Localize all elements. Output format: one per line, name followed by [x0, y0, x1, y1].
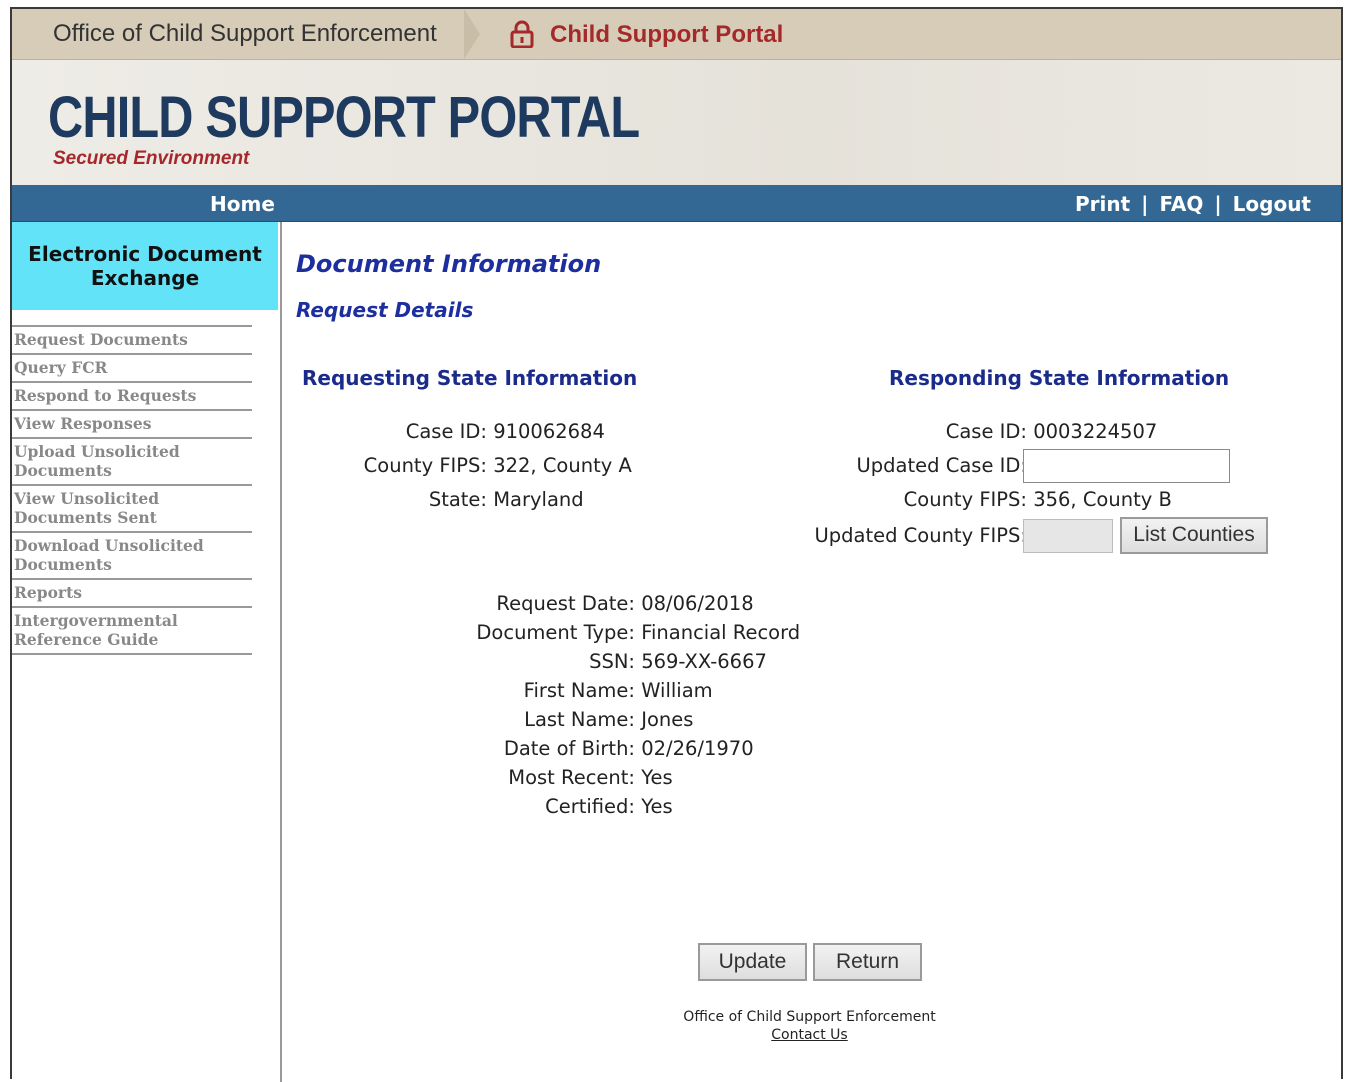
requesting-county-label: County FIPS: [363, 454, 487, 477]
updated-county-fips-input [1023, 519, 1113, 553]
sidebar-menu: Request Documents Query FCR Respond to R… [12, 325, 252, 655]
sidebar-item-reports[interactable]: Reports [12, 580, 252, 608]
requesting-case-id-value: 910062684 [493, 420, 605, 443]
detail-value: William [641, 679, 713, 702]
breadcrumb-chevron [464, 9, 480, 59]
detail-row-most-recent: Most Recent: Yes [282, 766, 673, 789]
responding-county-label: County FIPS: [903, 488, 1027, 511]
secured-environment-label: Secured Environment [53, 148, 250, 169]
detail-value: 08/06/2018 [641, 592, 754, 615]
header-banner: CHILD SUPPORT PORTAL Secured Environment [12, 60, 1341, 185]
detail-value: Financial Record [641, 621, 801, 644]
detail-value: 02/26/1970 [641, 737, 754, 760]
contact-us-link[interactable]: Contact Us [771, 1027, 847, 1043]
requesting-case-id-row: Case ID: 910062684 [282, 420, 605, 443]
nav-logout-link[interactable]: Logout [1233, 192, 1311, 216]
detail-label: Most Recent: [508, 766, 635, 789]
detail-value: Yes [641, 795, 673, 818]
sidebar-item-respond-to-requests[interactable]: Respond to Requests [12, 383, 252, 411]
sidebar-item-query-fcr[interactable]: Query FCR [12, 355, 252, 383]
nav-separator: | [1214, 192, 1222, 216]
lock-icon [510, 20, 534, 48]
responding-case-id-value: 0003224507 [1033, 420, 1158, 443]
nav-separator: | [1141, 192, 1149, 216]
updated-case-id-row: Updated Case ID: [762, 454, 1027, 477]
nav-bar: Home Print | FAQ | Logout [12, 185, 1341, 222]
updated-case-id-input[interactable] [1023, 449, 1230, 483]
requesting-state-row: State: Maryland [282, 488, 584, 511]
detail-value: 569-XX-6667 [641, 650, 767, 673]
footer-contact: Contact Us [282, 1027, 1337, 1043]
nav-print-link[interactable]: Print [1075, 192, 1130, 216]
org-name: Office of Child Support Enforcement [53, 20, 437, 47]
requesting-county-row: County FIPS: 322, County A [282, 454, 632, 477]
detail-label: First Name: [523, 679, 635, 702]
return-button[interactable]: Return [813, 943, 922, 981]
nav-home-link[interactable]: Home [210, 192, 275, 216]
detail-label: Document Type: [476, 621, 635, 644]
sidebar-item-view-responses[interactable]: View Responses [12, 411, 252, 439]
detail-row-certified: Certified: Yes [282, 795, 673, 818]
sidebar-heading: Electronic Document Exchange [12, 222, 278, 310]
detail-row-last-name: Last Name: Jones [282, 708, 693, 731]
requesting-case-id-label: Case ID: [405, 420, 487, 443]
sidebar-heading-line1: Electronic Document [28, 242, 262, 266]
detail-row-first-name: First Name: William [282, 679, 713, 702]
detail-label: SSN: [589, 650, 635, 673]
list-counties-button[interactable]: List Counties [1120, 517, 1268, 554]
requesting-state-label: State: [428, 488, 487, 511]
responding-state-heading: Responding State Information [889, 366, 1230, 390]
detail-row-request-date: Request Date: 08/06/2018 [282, 592, 754, 615]
updated-county-fips-label: Updated County FIPS: [814, 524, 1027, 547]
portal-window: Office of Child Support Enforcement Chil… [10, 7, 1343, 1082]
detail-label: Date of Birth: [503, 737, 635, 760]
sidebar-item-request-documents[interactable]: Request Documents [12, 327, 252, 355]
responding-county-value: 356, County B [1033, 488, 1172, 511]
nav-faq-link[interactable]: FAQ [1159, 192, 1203, 216]
portal-link[interactable]: Child Support Portal [550, 21, 783, 49]
sidebar: Electronic Document Exchange Request Doc… [12, 222, 282, 1082]
updated-county-fips-row: Updated County FIPS: [762, 524, 1027, 547]
main-content: Document Information Request Details Req… [282, 222, 1337, 1082]
detail-label: Certified: [545, 795, 635, 818]
page-title: Document Information [296, 250, 602, 278]
top-bar: Office of Child Support Enforcement Chil… [12, 9, 1341, 60]
detail-label: Last Name: [524, 708, 635, 731]
requesting-state-heading: Requesting State Information [302, 366, 638, 390]
responding-county-row: County FIPS: 356, County B [762, 488, 1172, 511]
detail-row-document-type: Document Type: Financial Record [282, 621, 800, 644]
footer-org: Office of Child Support Enforcement [683, 1009, 936, 1025]
updated-case-id-label: Updated Case ID: [856, 454, 1027, 477]
section-subtitle: Request Details [296, 298, 474, 322]
update-button[interactable]: Update [698, 943, 807, 981]
sidebar-item-reference-guide[interactable]: Intergovernmental Reference Guide [12, 608, 252, 655]
sidebar-item-download-unsolicited[interactable]: Download Unsolicited Documents [12, 533, 252, 580]
detail-value: Jones [641, 708, 694, 731]
detail-row-ssn: SSN: 569-XX-6667 [282, 650, 767, 673]
portal-title: CHILD SUPPORT PORTAL [48, 85, 640, 150]
detail-label: Request Date: [496, 592, 635, 615]
responding-case-id-label: Case ID: [945, 420, 1027, 443]
requesting-county-value: 322, County A [493, 454, 632, 477]
sidebar-item-view-unsolicited-sent[interactable]: View Unsolicited Documents Sent [12, 486, 252, 533]
sidebar-item-upload-unsolicited[interactable]: Upload Unsolicited Documents [12, 439, 252, 486]
detail-value: Yes [641, 766, 673, 789]
detail-row-date-of-birth: Date of Birth: 02/26/1970 [282, 737, 754, 760]
nav-right-links: Print | FAQ | Logout [1075, 192, 1311, 216]
requesting-state-value: Maryland [493, 488, 584, 511]
sidebar-heading-line2: Exchange [90, 266, 200, 290]
responding-case-id-row: Case ID: 0003224507 [762, 420, 1158, 443]
